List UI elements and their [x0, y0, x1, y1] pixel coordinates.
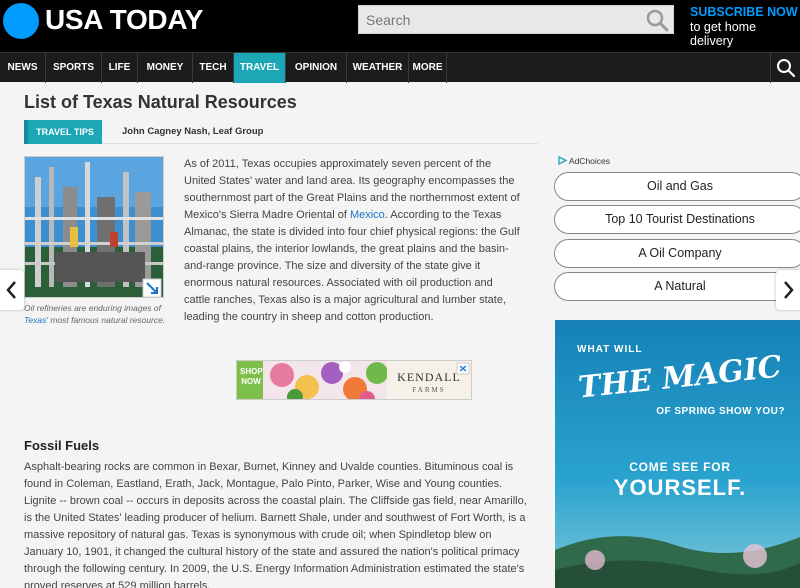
author-byline: John Cagney Nash, Leaf Group: [122, 126, 264, 137]
caption-text: Oil refineries are enduring images of: [24, 303, 162, 313]
intro-paragraph: As of 2011, Texas occupies approximately…: [184, 156, 522, 326]
article-meta: TRAVEL TIPS John Cagney Nash, Leaf Group: [24, 120, 538, 144]
intro-text-end: . According to the Texas Almanac, the st…: [184, 209, 520, 323]
adchoices-icon[interactable]: [558, 155, 568, 166]
search-bar[interactable]: [358, 5, 674, 34]
section-heading: Fossil Fuels: [24, 438, 100, 453]
nav-tech[interactable]: TECH: [193, 53, 234, 83]
nav-news[interactable]: NEWS: [0, 53, 46, 83]
ad-line-come-see: COME SEE FOR: [629, 460, 731, 474]
site-logo[interactable]: USA TODAY: [45, 4, 203, 36]
site-header: USA TODAY SUBSCRIBE NOW to get home deli…: [0, 0, 800, 52]
ad-shop-line2[interactable]: NOW: [240, 377, 262, 387]
chevron-right-icon[interactable]: [776, 270, 800, 310]
subscribe-link[interactable]: SUBSCRIBE NOW to get home delivery: [690, 5, 800, 48]
banner-ad[interactable]: SHOP NOW KENDALL FARMS: [236, 360, 472, 400]
prev-arrow-button[interactable]: [0, 270, 24, 310]
logo-circle-icon[interactable]: [3, 3, 39, 39]
caption-text-end: ' most famous natural resource.: [46, 315, 166, 325]
nav-search-icon[interactable]: [770, 53, 800, 83]
nav-weather[interactable]: WEATHER: [347, 53, 409, 83]
ad-shop-line1[interactable]: SHOP: [240, 367, 263, 377]
photo-caption: Oil refineries are enduring images of Te…: [24, 302, 170, 326]
article-title: List of Texas Natural Resources: [24, 92, 297, 112]
intro-link-mexico[interactable]: Mexico: [350, 209, 385, 221]
subscribe-subtitle[interactable]: to get home delivery: [690, 20, 800, 48]
nav-money[interactable]: MONEY: [138, 53, 193, 83]
chevron-left-icon[interactable]: [0, 270, 24, 310]
category-tag[interactable]: TRAVEL TIPS: [28, 120, 102, 144]
ad-shop-now[interactable]: SHOP NOW: [240, 367, 263, 387]
next-arrow-button[interactable]: [776, 270, 800, 310]
side-display-ad[interactable]: WHAT WILL THE MAGIC OF SPRING SHOW YOU? …: [555, 320, 800, 588]
nav-life[interactable]: LIFE: [102, 53, 138, 83]
adchoices-text[interactable]: AdChoices: [569, 156, 610, 166]
sponsored-link-oil-company[interactable]: A Oil Company: [554, 239, 800, 268]
ad-line-yourself: YOURSELF.: [613, 475, 747, 500]
search-icon[interactable]: [644, 8, 670, 32]
main-nav: NEWS SPORTS LIFE MONEY TECH TRAVEL OPINI…: [0, 52, 800, 83]
ad-brand-sub: FARMS: [412, 386, 446, 394]
nav-travel[interactable]: TRAVEL: [234, 53, 286, 83]
refinery-photo[interactable]: [24, 156, 164, 298]
ad-brand-name: KENDALL: [397, 370, 461, 384]
nav-opinion[interactable]: OPINION: [286, 53, 347, 83]
sponsored-link-tourist[interactable]: Top 10 Tourist Destinations: [554, 205, 800, 234]
nav-sports[interactable]: SPORTS: [46, 53, 102, 83]
caption-link-texas[interactable]: Texas: [24, 315, 46, 325]
subscribe-title[interactable]: SUBSCRIBE NOW: [690, 5, 800, 19]
section-paragraph: Asphalt-bearing rocks are common in Bexa…: [24, 461, 527, 588]
ad-line-spring: OF SPRING SHOW YOU?: [656, 406, 785, 417]
adchoices-label[interactable]: AdChoices: [558, 155, 610, 166]
nav-more[interactable]: MORE: [409, 53, 447, 83]
sponsored-link-oil-gas[interactable]: Oil and Gas: [554, 172, 800, 201]
search-input[interactable]: [359, 6, 639, 33]
sponsored-link-natural[interactable]: A Natural: [554, 272, 800, 301]
